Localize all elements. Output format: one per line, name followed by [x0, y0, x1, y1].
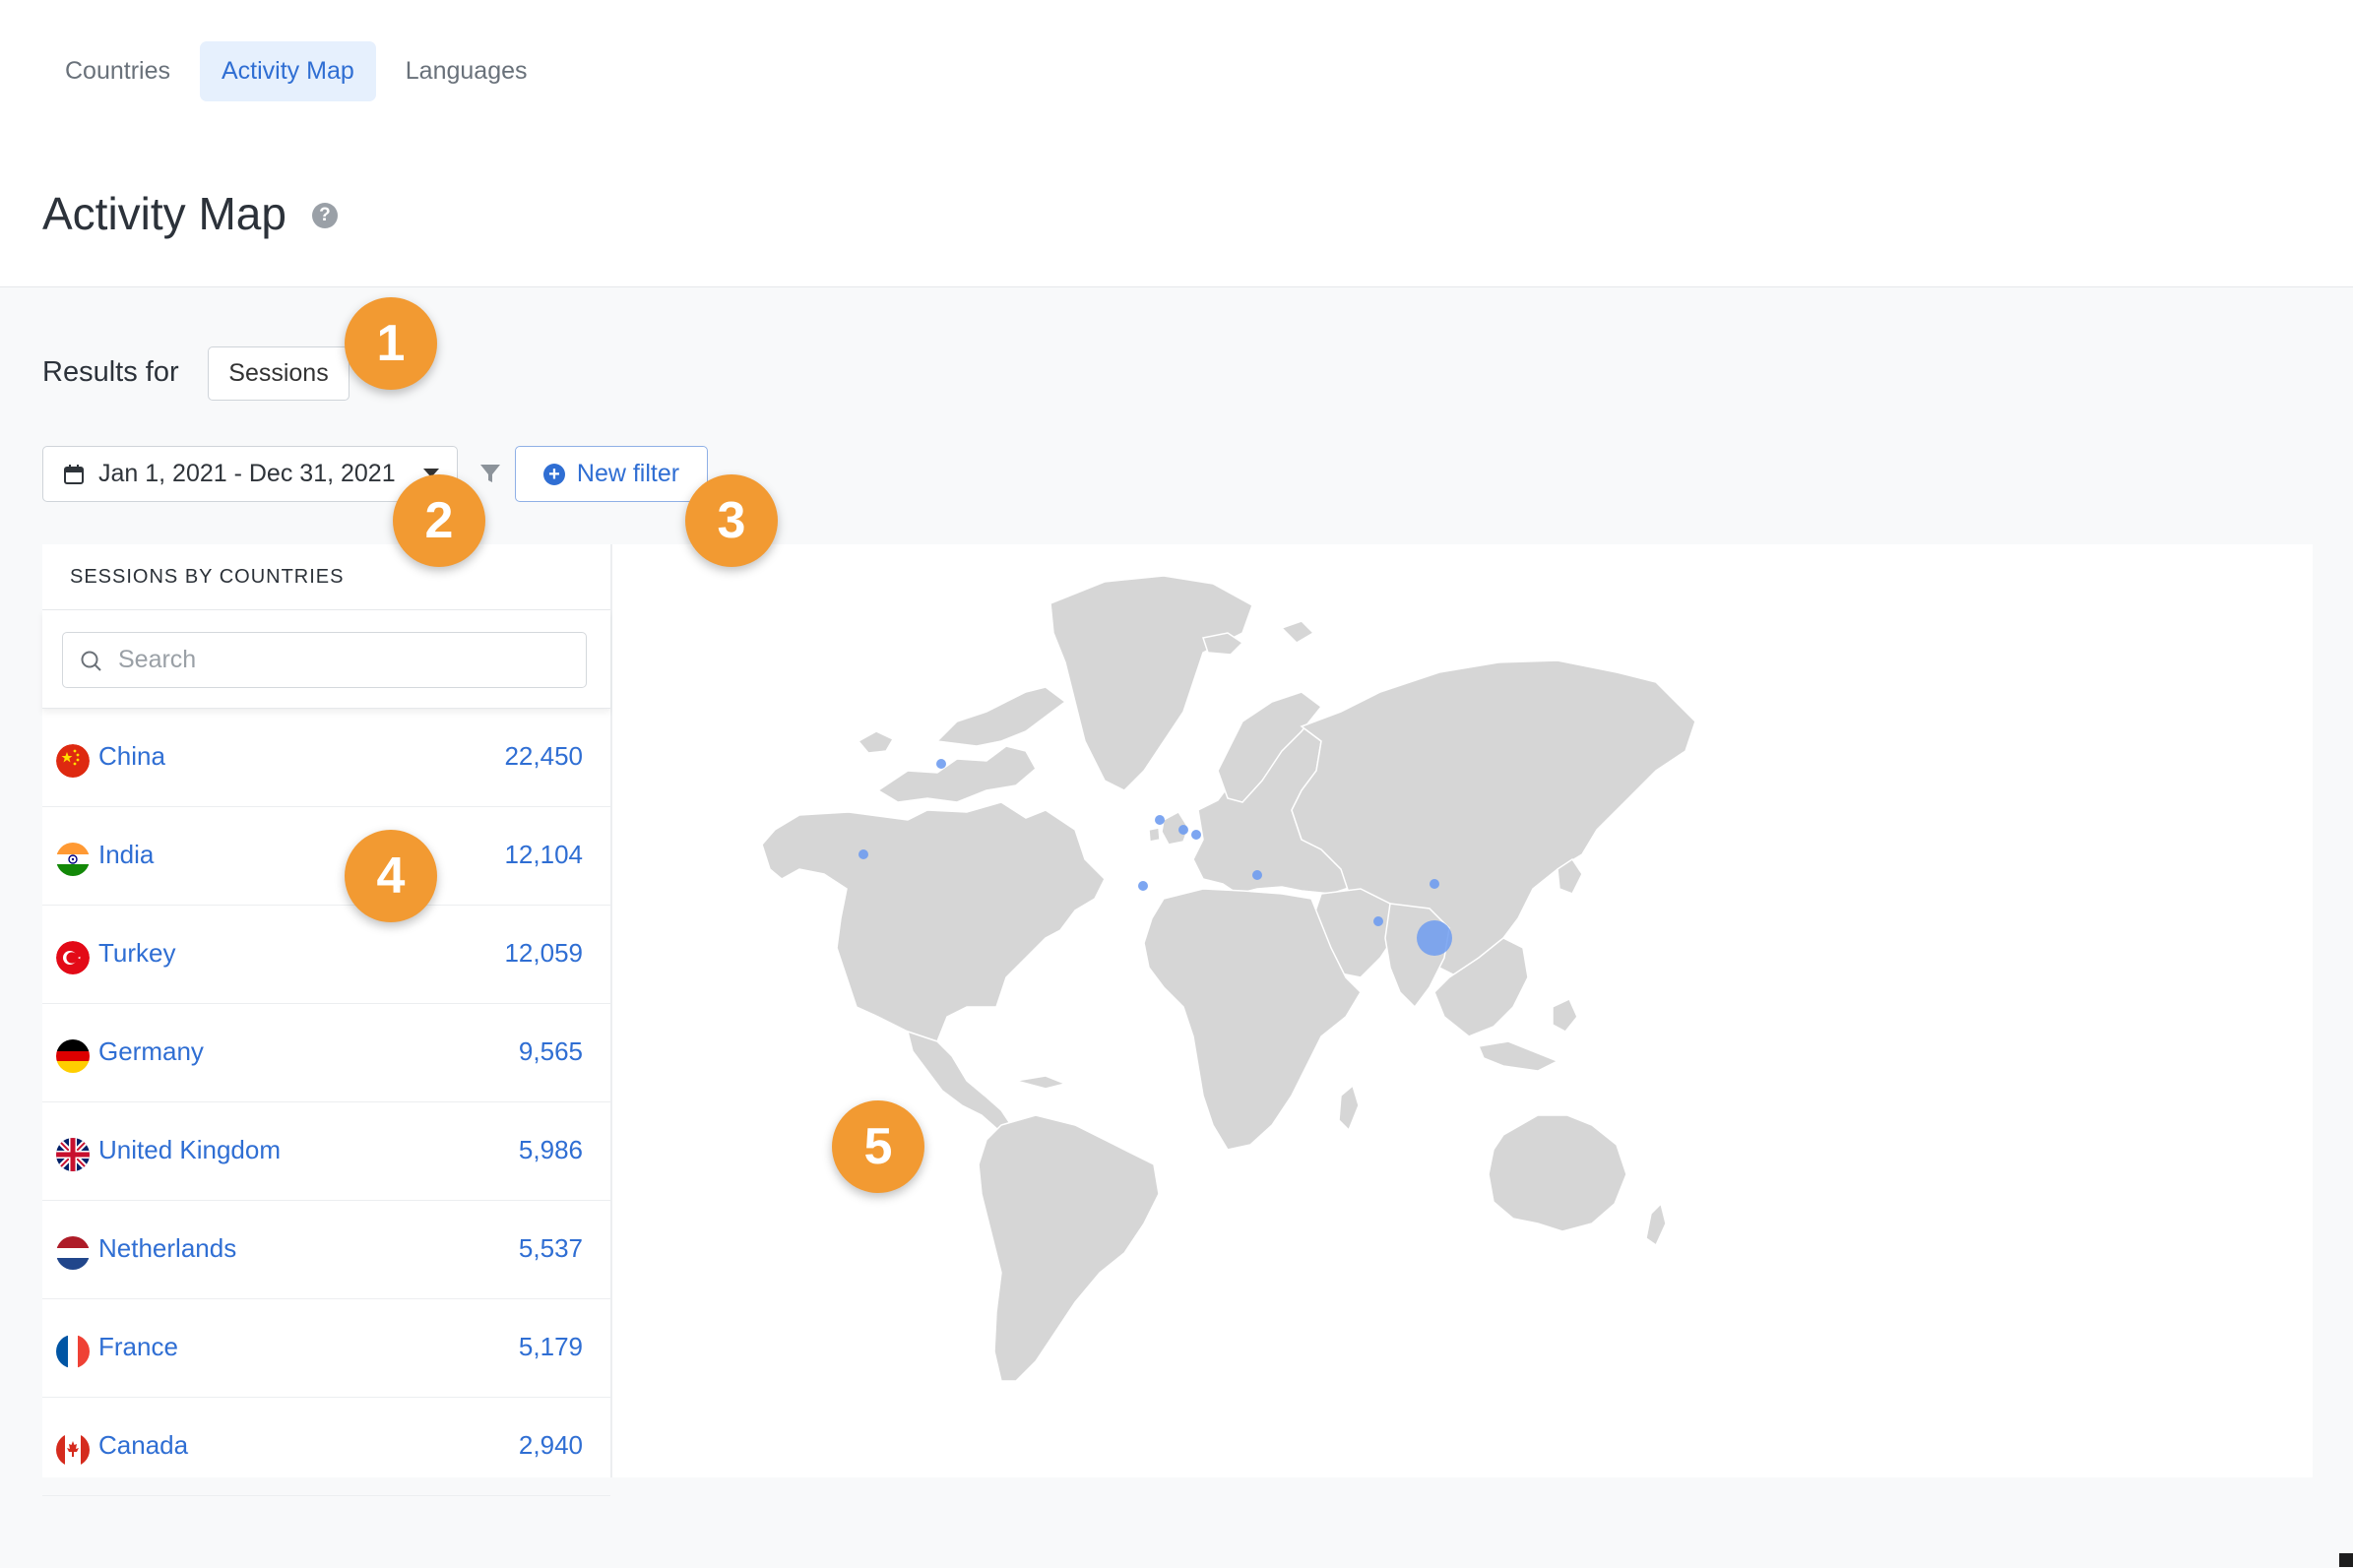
country-count: 12,059 [504, 938, 583, 968]
country-row-france[interactable]: France 5,179 [42, 1299, 610, 1398]
callout-badge-4: 4 [345, 830, 437, 922]
content-area: Results for Sessions Jan 1, 2021 - Dec 3… [0, 286, 2353, 1568]
world-map-panel [612, 544, 2313, 1477]
country-count: 22,450 [504, 741, 583, 771]
country-name[interactable]: United Kingdom [98, 1135, 281, 1165]
country-name[interactable]: India [98, 840, 154, 870]
map-marker[interactable] [1430, 879, 1439, 889]
callout-badge-3: 3 [685, 474, 778, 567]
arctic-islands-shape [857, 730, 895, 754]
search-wrap [42, 610, 610, 709]
north-america-shape [761, 801, 1106, 1042]
ireland-shape [1148, 827, 1161, 843]
canada-flag-icon [56, 1433, 90, 1467]
search-input[interactable] [62, 632, 587, 688]
map-marker-large[interactable] [1417, 920, 1452, 956]
tab-activity-map[interactable]: Activity Map [200, 41, 376, 101]
country-row-turkey[interactable]: Turkey 12,059 [42, 906, 610, 1004]
panel-header: SESSIONS BY COUNTRIES [42, 544, 610, 610]
country-count: 9,565 [518, 1036, 583, 1066]
new-filter-button[interactable]: + New filter [515, 446, 708, 502]
map-marker[interactable] [936, 759, 946, 769]
country-name[interactable]: Turkey [98, 938, 176, 969]
map-marker[interactable] [1252, 870, 1262, 880]
caribbean-shape [1015, 1075, 1068, 1090]
help-icon[interactable]: ? [311, 203, 338, 228]
country-count: 5,179 [518, 1332, 583, 1361]
australia-shape [1488, 1114, 1627, 1232]
callout-badge-2: 2 [393, 474, 485, 567]
se-asia-islands-shape [1552, 997, 1578, 1033]
arctic-islands-shape [935, 686, 1067, 747]
page-title: Activity Map [42, 188, 286, 239]
se-asia-islands-shape [1477, 1040, 1559, 1072]
search-icon [81, 651, 101, 671]
netherlands-flag-icon [56, 1236, 90, 1270]
map-marker[interactable] [1178, 825, 1188, 835]
date-range-picker[interactable]: Jan 1, 2021 - Dec 31, 2021 [42, 446, 458, 502]
results-for-label: Results for [42, 356, 179, 388]
country-name[interactable]: Canada [98, 1430, 188, 1461]
greenland-shape [1049, 575, 1253, 791]
world-map[interactable] [612, 544, 2313, 1477]
page-title-wrap: Activity Map ? [42, 187, 338, 240]
france-flag-icon [56, 1335, 90, 1368]
india-flag-icon [56, 843, 90, 876]
callout-badge-1: 1 [345, 297, 437, 390]
date-range-text: Jan 1, 2021 - Dec 31, 2021 [98, 460, 396, 487]
country-count: 12,104 [504, 840, 583, 869]
country-row-canada[interactable]: Canada 2,940 [42, 1398, 610, 1496]
country-row-netherlands[interactable]: Netherlands 5,537 [42, 1201, 610, 1299]
countries-panel: SESSIONS BY COUNTRIES China 22,450 [42, 544, 612, 1496]
country-count: 2,940 [518, 1430, 583, 1460]
china-flag-icon [56, 744, 90, 778]
filter-icon[interactable] [478, 462, 502, 485]
tab-countries[interactable]: Countries [43, 41, 192, 101]
map-marker[interactable] [859, 849, 868, 859]
window-corner [2339, 1553, 2353, 1567]
madagascar-shape [1338, 1084, 1360, 1132]
country-name[interactable]: Netherlands [98, 1233, 236, 1264]
south-america-shape [978, 1114, 1160, 1382]
new-filter-label: New filter [576, 460, 680, 487]
new-zealand-shape [1645, 1202, 1667, 1247]
country-count: 5,537 [518, 1233, 583, 1263]
plus-circle-icon: + [542, 463, 565, 485]
arctic-islands-shape [876, 745, 1037, 803]
country-name[interactable]: Germany [98, 1036, 204, 1067]
metric-select[interactable]: Sessions [208, 346, 350, 401]
tab-languages[interactable]: Languages [384, 41, 549, 101]
svalbard-shape [1280, 620, 1315, 644]
callout-badge-5: 5 [832, 1100, 924, 1193]
map-marker[interactable] [1138, 881, 1148, 891]
map-marker[interactable] [1191, 830, 1201, 840]
country-row-germany[interactable]: Germany 9,565 [42, 1004, 610, 1102]
country-count: 5,986 [518, 1135, 583, 1164]
country-row-india[interactable]: India 12,104 [42, 807, 610, 906]
country-name[interactable]: China [98, 741, 165, 772]
map-marker[interactable] [1373, 916, 1383, 926]
turkey-flag-icon [56, 941, 90, 974]
country-row-united-kingdom[interactable]: United Kingdom 5,986 [42, 1102, 610, 1201]
calendar-icon [64, 464, 84, 484]
tab-bar: Countries Activity Map Languages [43, 41, 549, 101]
central-america-shape [906, 1030, 1013, 1131]
uk-flag-icon [56, 1138, 90, 1171]
country-row-china[interactable]: China 22,450 [42, 709, 610, 807]
country-name[interactable]: France [98, 1332, 178, 1362]
germany-flag-icon [56, 1039, 90, 1073]
map-marker[interactable] [1155, 815, 1165, 825]
